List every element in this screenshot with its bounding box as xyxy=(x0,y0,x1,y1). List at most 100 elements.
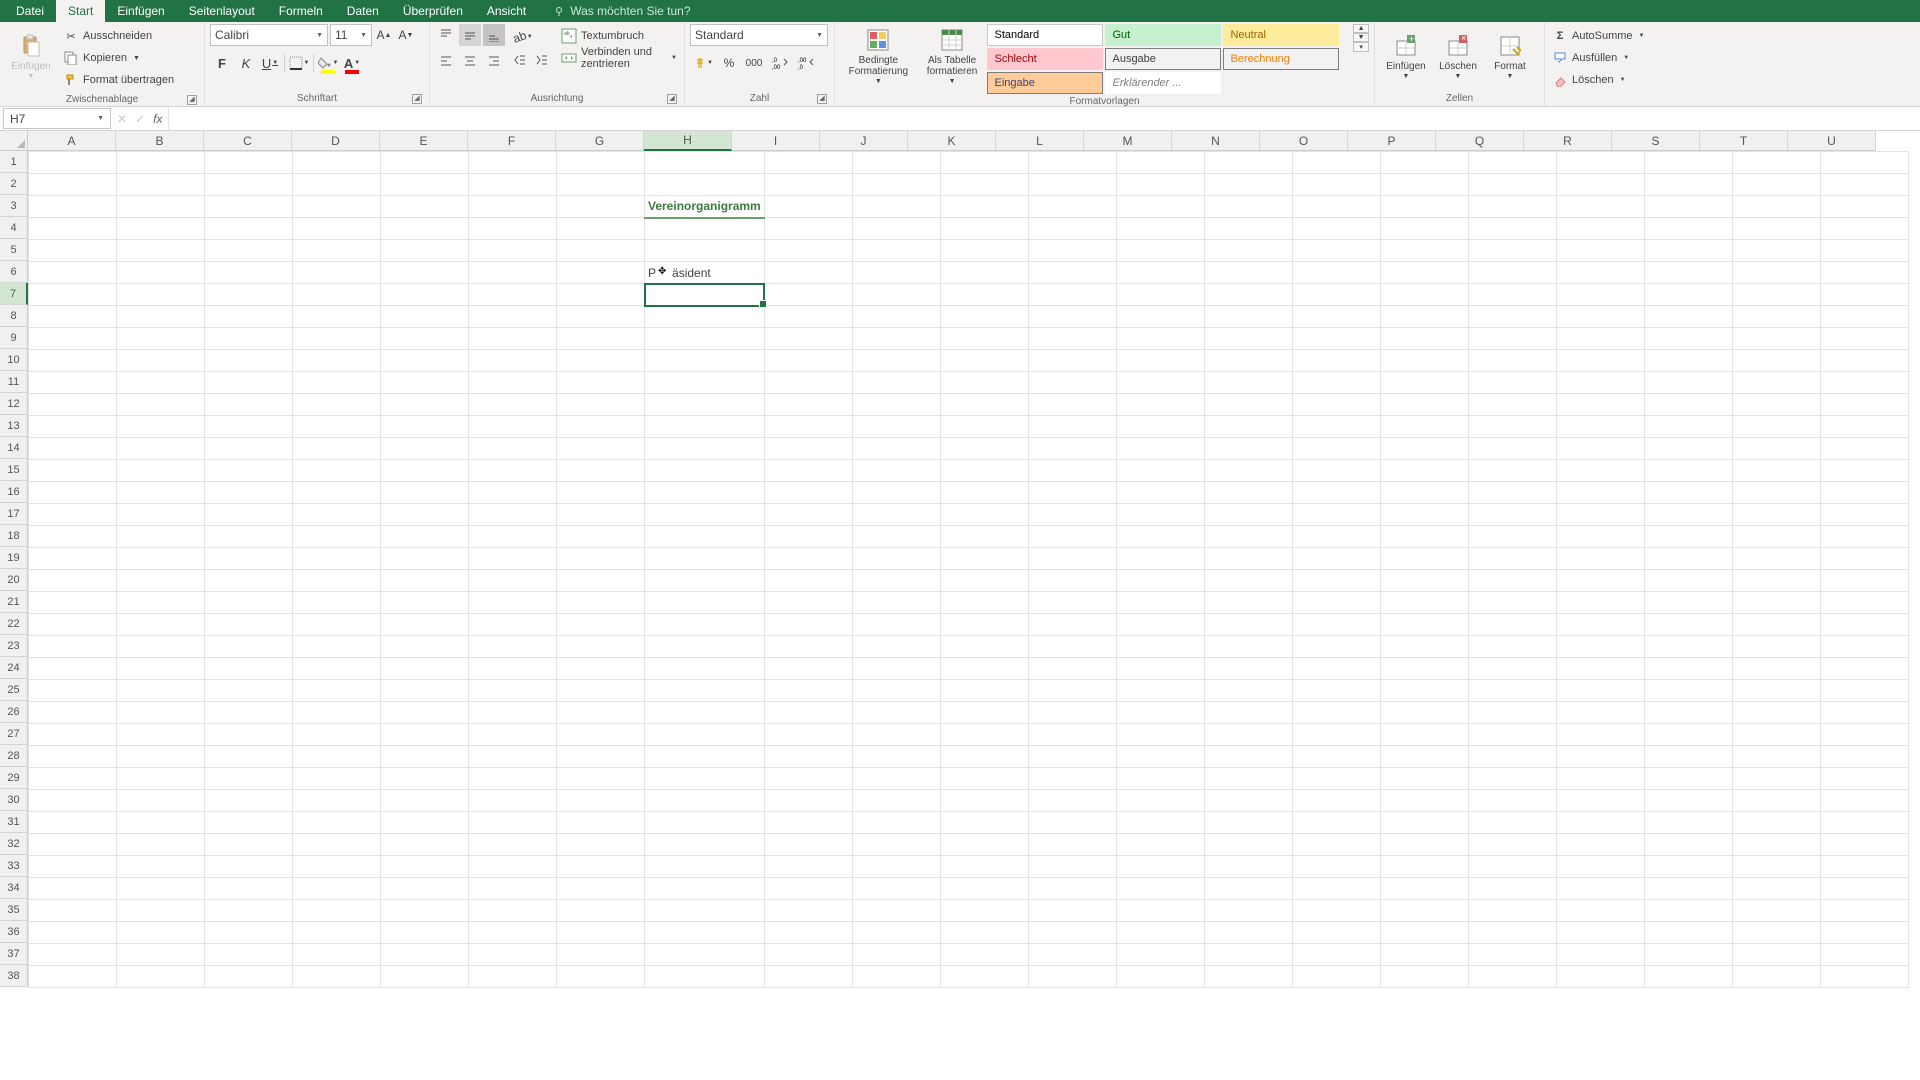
cell-P36[interactable] xyxy=(1380,922,1468,944)
cell-R17[interactable] xyxy=(1556,504,1644,526)
cell-N18[interactable] xyxy=(1204,526,1292,548)
cell-D10[interactable] xyxy=(293,350,381,372)
cell-K1[interactable] xyxy=(940,152,1028,174)
cell-P37[interactable] xyxy=(1380,944,1468,966)
cell-K6[interactable] xyxy=(940,262,1028,284)
cell-P5[interactable] xyxy=(1380,240,1468,262)
cell-O8[interactable] xyxy=(1292,306,1380,328)
cell-I11[interactable] xyxy=(764,372,852,394)
cell-T5[interactable] xyxy=(1732,240,1820,262)
cell-E1[interactable] xyxy=(381,152,469,174)
cell-G8[interactable] xyxy=(557,306,645,328)
cell-E24[interactable] xyxy=(381,658,469,680)
cell-A35[interactable] xyxy=(29,900,117,922)
cell-A1[interactable] xyxy=(29,152,117,174)
cell-H6[interactable]: Päsident xyxy=(645,262,765,284)
cell-F28[interactable] xyxy=(469,746,557,768)
cell-Q36[interactable] xyxy=(1468,922,1556,944)
increase-font-button[interactable]: A▲ xyxy=(374,25,394,45)
cell-D22[interactable] xyxy=(293,614,381,636)
cell-U38[interactable] xyxy=(1820,966,1908,988)
cell-A10[interactable] xyxy=(29,350,117,372)
cell-H30[interactable] xyxy=(645,790,765,812)
cell-S21[interactable] xyxy=(1644,592,1732,614)
cell-B37[interactable] xyxy=(117,944,205,966)
cell-M16[interactable] xyxy=(1116,482,1204,504)
cell-C9[interactable] xyxy=(205,328,293,350)
cell-T16[interactable] xyxy=(1732,482,1820,504)
cell-N23[interactable] xyxy=(1204,636,1292,658)
cell-B16[interactable] xyxy=(117,482,205,504)
cell-H29[interactable] xyxy=(645,768,765,790)
cell-O14[interactable] xyxy=(1292,438,1380,460)
cell-F34[interactable] xyxy=(469,878,557,900)
cell-K22[interactable] xyxy=(940,614,1028,636)
decrease-font-button[interactable]: A▼ xyxy=(396,25,416,45)
cell-L3[interactable] xyxy=(1028,196,1116,218)
cell-I8[interactable] xyxy=(764,306,852,328)
cell-A34[interactable] xyxy=(29,878,117,900)
cell-D31[interactable] xyxy=(293,812,381,834)
cell-C2[interactable] xyxy=(205,174,293,196)
cell-M32[interactable] xyxy=(1116,834,1204,856)
cell-J31[interactable] xyxy=(852,812,940,834)
number-format-select[interactable]: Standard▼ xyxy=(690,24,828,46)
cell-L14[interactable] xyxy=(1028,438,1116,460)
cell-M17[interactable] xyxy=(1116,504,1204,526)
cell-O38[interactable] xyxy=(1292,966,1380,988)
cell-I13[interactable] xyxy=(764,416,852,438)
cell-A7[interactable] xyxy=(29,284,117,306)
cell-T9[interactable] xyxy=(1732,328,1820,350)
cell-L5[interactable] xyxy=(1028,240,1116,262)
cell-M20[interactable] xyxy=(1116,570,1204,592)
cell-G16[interactable] xyxy=(557,482,645,504)
cell-M38[interactable] xyxy=(1116,966,1204,988)
col-header-O[interactable]: O xyxy=(1260,131,1348,151)
align-top-button[interactable] xyxy=(435,24,457,46)
tab-formeln[interactable]: Formeln xyxy=(267,0,335,22)
cell-K8[interactable] xyxy=(940,306,1028,328)
row-header-18[interactable]: 18 xyxy=(0,525,28,547)
cell-K13[interactable] xyxy=(940,416,1028,438)
cell-M25[interactable] xyxy=(1116,680,1204,702)
cell-Q16[interactable] xyxy=(1468,482,1556,504)
cell-R35[interactable] xyxy=(1556,900,1644,922)
row-header-22[interactable]: 22 xyxy=(0,613,28,635)
tab-seitenlayout[interactable]: Seitenlayout xyxy=(177,0,267,22)
cell-T8[interactable] xyxy=(1732,306,1820,328)
cell-H8[interactable] xyxy=(645,306,765,328)
cell-K5[interactable] xyxy=(940,240,1028,262)
cell-I18[interactable] xyxy=(764,526,852,548)
tab-einfügen[interactable]: Einfügen xyxy=(105,0,176,22)
cell-T6[interactable] xyxy=(1732,262,1820,284)
cell-S3[interactable] xyxy=(1644,196,1732,218)
cell-B22[interactable] xyxy=(117,614,205,636)
cell-B25[interactable] xyxy=(117,680,205,702)
cell-U29[interactable] xyxy=(1820,768,1908,790)
cell-U28[interactable] xyxy=(1820,746,1908,768)
cell-F32[interactable] xyxy=(469,834,557,856)
cell-K18[interactable] xyxy=(940,526,1028,548)
row-header-3[interactable]: 3 xyxy=(0,195,28,217)
cell-E22[interactable] xyxy=(381,614,469,636)
cell-R9[interactable] xyxy=(1556,328,1644,350)
cell-M15[interactable] xyxy=(1116,460,1204,482)
cell-K36[interactable] xyxy=(940,922,1028,944)
cell-G22[interactable] xyxy=(557,614,645,636)
cell-P15[interactable] xyxy=(1380,460,1468,482)
cell-L27[interactable] xyxy=(1028,724,1116,746)
cell-D19[interactable] xyxy=(293,548,381,570)
cell-U13[interactable] xyxy=(1820,416,1908,438)
cell-B4[interactable] xyxy=(117,218,205,240)
cell-M3[interactable] xyxy=(1116,196,1204,218)
cell-U34[interactable] xyxy=(1820,878,1908,900)
cell-U33[interactable] xyxy=(1820,856,1908,878)
cell-T25[interactable] xyxy=(1732,680,1820,702)
cell-J30[interactable] xyxy=(852,790,940,812)
cell-U19[interactable] xyxy=(1820,548,1908,570)
cell-T18[interactable] xyxy=(1732,526,1820,548)
cell-P38[interactable] xyxy=(1380,966,1468,988)
cell-Q30[interactable] xyxy=(1468,790,1556,812)
cell-G33[interactable] xyxy=(557,856,645,878)
row-header-35[interactable]: 35 xyxy=(0,899,28,921)
